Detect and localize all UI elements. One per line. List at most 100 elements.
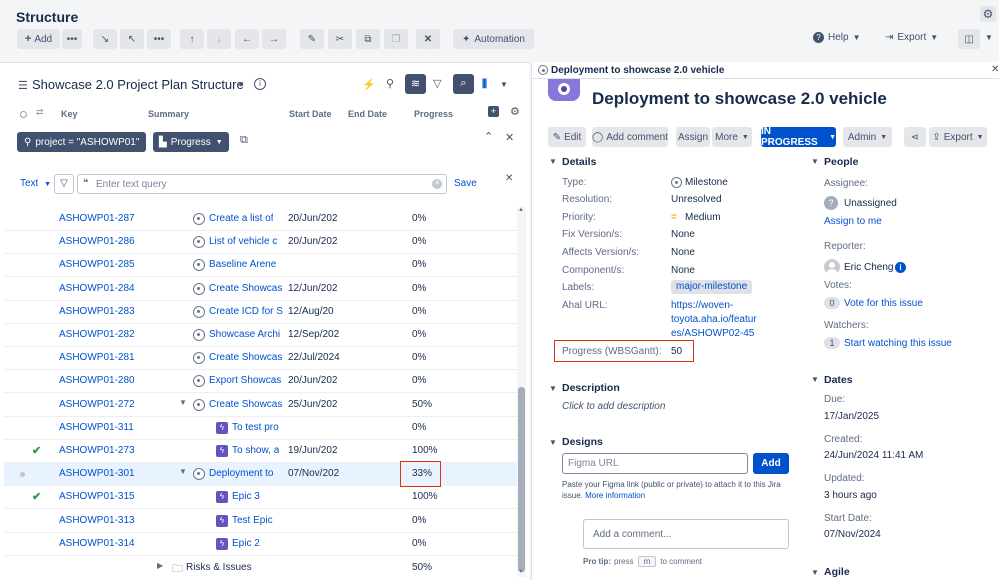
more-actions-button[interactable]: ••• xyxy=(62,29,82,49)
info-icon[interactable]: i xyxy=(254,78,266,90)
vote-link[interactable]: Vote for this issue xyxy=(844,298,923,309)
table-row[interactable]: ASHOWP01-301 ▼ Deployment to 07/Nov/202 33% xyxy=(4,461,517,488)
row-summary[interactable]: To show, a xyxy=(232,445,279,456)
row-key[interactable]: ASHOWP01-273 xyxy=(59,445,135,456)
col-progress[interactable]: Progress xyxy=(414,109,453,119)
more-button[interactable]: More ▼ xyxy=(712,127,752,147)
people-toggle-icon[interactable]: ▼ xyxy=(811,157,819,166)
table-row[interactable]: ASHOWP01-286 List of vehicle c 20/Jun/202 0… xyxy=(4,231,517,255)
row-key[interactable]: ASHOWP01-314 xyxy=(59,538,135,549)
reporter-value[interactable]: Eric Cheng xyxy=(844,262,893,273)
row-key[interactable]: ASHOWP01-283 xyxy=(59,306,135,317)
add-button[interactable]: + Add xyxy=(17,29,60,49)
row-start-date[interactable]: 20/Jun/202 xyxy=(288,375,340,386)
agile-heading[interactable]: Agile xyxy=(824,566,850,578)
scroll-up-icon[interactable]: ▲ xyxy=(518,207,524,213)
table-row[interactable]: ASHOWP01-272 ▼ Create Showcas 25/Jun/202 50% xyxy=(4,394,517,417)
aha-url-line-3[interactable]: es/ASHOWP02-45 xyxy=(671,328,754,339)
table-row[interactable]: ASHOWP01-285 Baseline Arene 0% xyxy=(4,254,517,278)
export-menu[interactable]: ⇥ Export ▼ xyxy=(885,32,938,43)
col-summary[interactable]: Summary xyxy=(148,109,189,119)
row-key[interactable]: ASHOWP01-282 xyxy=(59,329,135,340)
row-start-date[interactable]: 12/Jun/202 xyxy=(288,283,340,294)
row-summary[interactable]: Create ICD for S xyxy=(209,306,283,317)
close-icon[interactable]: ✕ xyxy=(505,131,514,144)
description-placeholder[interactable]: Click to add description xyxy=(562,401,665,412)
row-summary[interactable]: List of vehicle c xyxy=(209,236,277,247)
settings-icon[interactable]: ⚙ xyxy=(980,6,996,22)
clear-icon[interactable]: ✕ xyxy=(432,179,442,189)
collapse-icon[interactable]: ⌃ xyxy=(484,130,493,143)
share-button[interactable]: ⋖ xyxy=(904,127,926,147)
row-key[interactable]: ASHOWP01-284 xyxy=(59,283,135,294)
columns-icon[interactable]: ⫴ xyxy=(482,77,487,92)
table-row[interactable]: ✔ ASHOWP01-315 ϟ Epic 3 100% xyxy=(4,486,517,510)
row-key[interactable]: ASHOWP01-281 xyxy=(59,352,135,363)
row-key[interactable]: ASHOWP01-313 xyxy=(59,515,135,526)
delete-button[interactable]: ✕ xyxy=(416,29,440,49)
progress-chip[interactable]: ▙ Progress ▼ xyxy=(153,132,229,152)
admin-button[interactable]: Admin ▼ xyxy=(843,127,892,147)
assign-to-me-link[interactable]: Assign to me xyxy=(824,216,882,227)
cut-button[interactable]: ✂ xyxy=(328,29,352,49)
row-summary[interactable]: Export Showcas xyxy=(209,375,281,386)
filter-toggle-button[interactable]: ▽ xyxy=(54,174,74,194)
agile-toggle-icon[interactable]: ▼ xyxy=(811,568,819,577)
row-start-date[interactable]: 12/Aug/20 xyxy=(288,306,340,317)
text-mode-select[interactable]: Text ▼ xyxy=(20,178,51,189)
col-start-date[interactable]: Start Date xyxy=(289,109,332,119)
row-summary[interactable]: Showcase Archi xyxy=(209,329,280,340)
row-key[interactable]: ASHOWP01-311 xyxy=(59,422,134,433)
row-summary[interactable]: Test Epic xyxy=(232,515,273,526)
add-comment-button[interactable]: ◯ Add comment xyxy=(592,127,668,147)
table-row[interactable]: ASHOWP01-314 ϟ Epic 2 0% xyxy=(4,533,517,556)
designs-heading[interactable]: Designs xyxy=(562,436,603,448)
row-key[interactable]: ASHOWP01-287 xyxy=(59,213,135,224)
gear-icon[interactable]: ⚙ xyxy=(510,105,520,118)
add-column-icon[interactable]: + xyxy=(488,106,499,117)
status-button[interactable]: IN PROGRESS ▼ xyxy=(761,126,836,148)
jql-filter-chip[interactable]: ⚲ project = "ASHOWP01" xyxy=(17,132,147,152)
lightning-icon[interactable]: ⚡ xyxy=(362,78,376,91)
row-start-date[interactable]: 25/Jun/202 xyxy=(288,399,340,410)
figma-url-input[interactable]: Figma URL xyxy=(562,453,748,474)
figma-add-button[interactable]: Add xyxy=(753,453,789,474)
automation-button[interactable]: ✦ Automation xyxy=(453,29,534,49)
row-summary[interactable]: Baseline Arene xyxy=(209,259,276,270)
table-row[interactable]: ASHOWP01-281 Create Showcas 22/Jul/2024 0% xyxy=(4,347,517,371)
col-key[interactable]: Key xyxy=(61,109,78,119)
layers-add-icon[interactable]: ⧉ xyxy=(240,134,248,147)
table-row[interactable]: ASHOWP01-287 Create a list of 20/Jun/202 0% xyxy=(4,208,517,231)
more-information-link[interactable]: More information xyxy=(585,491,645,500)
close-icon[interactable]: ✕ xyxy=(505,173,513,184)
issue-title[interactable]: Deployment to showcase 2.0 vehicle xyxy=(592,89,887,109)
description-toggle-icon[interactable]: ▼ xyxy=(549,384,557,393)
dates-toggle-icon[interactable]: ▼ xyxy=(811,375,819,384)
text-query-input[interactable]: ❝ Enter text query ✕ xyxy=(77,174,447,194)
watch-link[interactable]: Start watching this issue xyxy=(844,338,952,349)
row-key[interactable]: ASHOWP01-285 xyxy=(59,259,135,270)
details-heading[interactable]: Details xyxy=(562,156,596,168)
move-left-button[interactable]: ← xyxy=(235,29,259,49)
table-row[interactable]: ASHOWP01-280 Export Showcas 20/Jun/202 0% xyxy=(4,370,517,394)
filter-icon[interactable]: ▽ xyxy=(433,77,441,90)
info-icon[interactable]: i xyxy=(895,262,906,273)
save-query-link[interactable]: Save xyxy=(454,178,477,189)
row-key[interactable]: ASHOWP01-301 xyxy=(59,468,135,479)
close-icon[interactable]: ✕ xyxy=(991,64,999,75)
label-tag[interactable]: major-milestone xyxy=(671,280,753,294)
expand-chevron-icon[interactable]: ▼ xyxy=(179,398,187,407)
row-start-date[interactable]: 22/Jul/2024 xyxy=(288,352,340,363)
row-key[interactable]: ASHOWP01-315 xyxy=(59,491,135,502)
row-start-date[interactable]: 20/Jun/202 xyxy=(288,236,340,247)
row-summary[interactable]: Epic 3 xyxy=(232,491,260,502)
pin-icon[interactable]: ⚲ xyxy=(386,77,394,90)
row-start-date[interactable]: 07/Nov/202 xyxy=(288,468,340,479)
chevron-right-icon[interactable]: ▶ xyxy=(157,561,163,570)
aha-url-line-2[interactable]: toyota.aha.io/featur xyxy=(671,314,757,325)
table-row[interactable]: ASHOWP01-311 ϟ To test pro 0% xyxy=(4,417,517,440)
row-summary[interactable]: Create a list of xyxy=(209,213,273,224)
move-up-button[interactable]: ↑ xyxy=(180,29,204,49)
more-move-button[interactable]: ••• xyxy=(147,29,171,49)
table-row[interactable]: ASHOWP01-282 Showcase Archi 12/Sep/202 0% xyxy=(4,324,517,347)
